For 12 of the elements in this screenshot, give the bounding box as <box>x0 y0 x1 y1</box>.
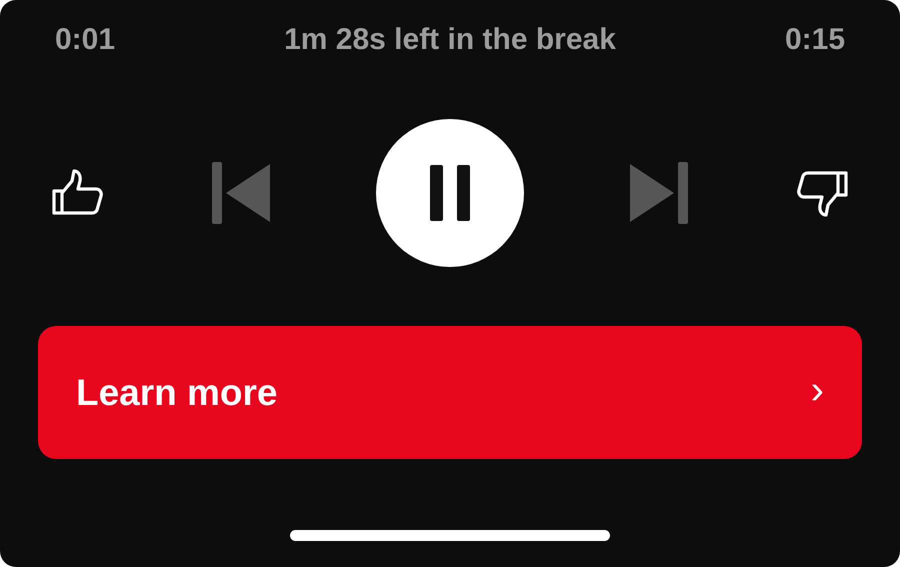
total-time: 0:15 <box>784 23 845 57</box>
skip-forward-icon <box>630 162 688 224</box>
like-button[interactable] <box>50 169 106 217</box>
skip-back-icon <box>212 162 270 224</box>
thumbs-up-icon <box>50 169 106 217</box>
dislike-button[interactable] <box>794 169 850 217</box>
chevron-icon: › <box>810 370 824 416</box>
thumbs-down-icon <box>794 169 850 217</box>
learn-more-button[interactable]: Learn more › <box>38 326 862 459</box>
elapsed-time: 0:01 <box>55 23 116 57</box>
pause-icon <box>428 165 472 221</box>
break-message: 1m 28s left in the break <box>284 23 616 57</box>
